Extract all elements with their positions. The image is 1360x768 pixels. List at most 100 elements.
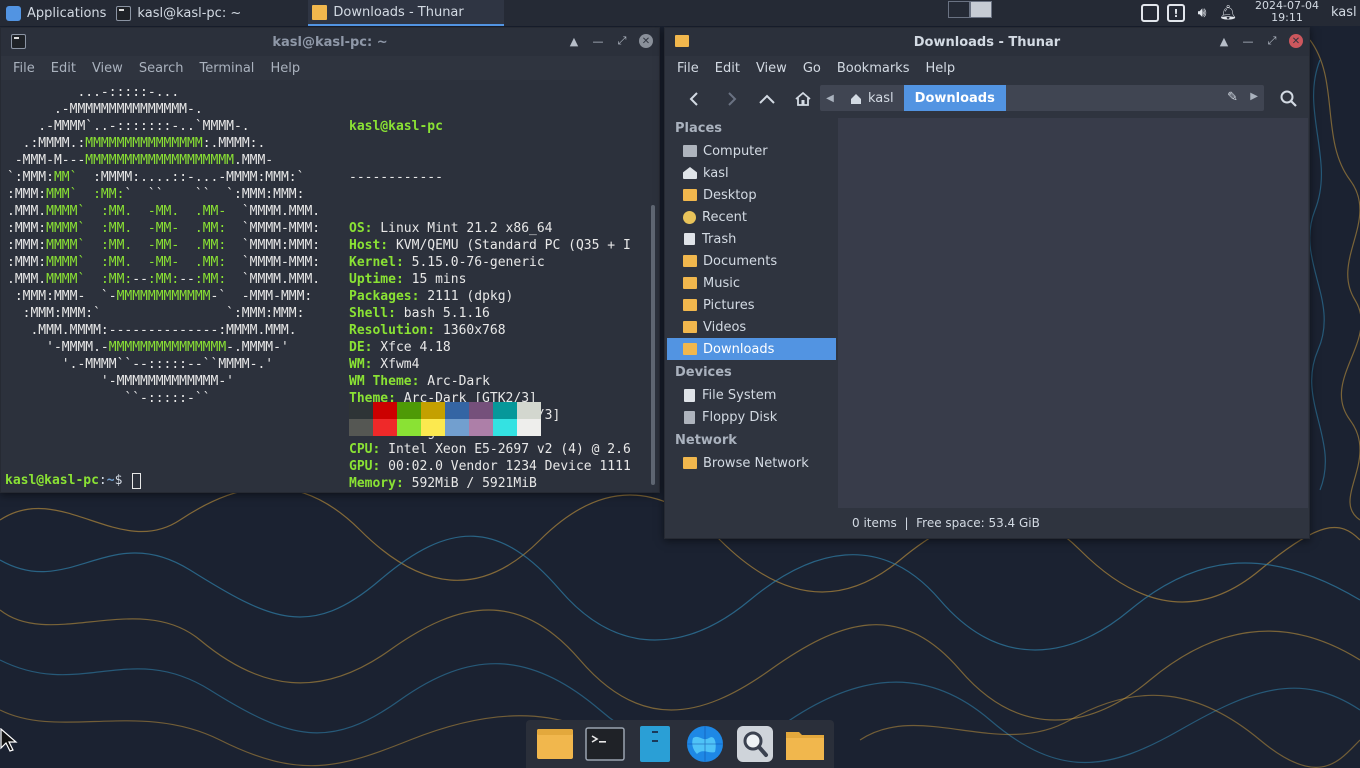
close-button[interactable]: ✕ [639, 34, 653, 48]
sidebar-item-documents[interactable]: Documents [665, 250, 837, 272]
info-value: 1360x768 [435, 323, 506, 338]
taskbar-item-terminal[interactable]: kasl@kasl-pc: ~ [112, 0, 308, 26]
ascii-line: `:MMM:MM` :MMMM:....::-...-MMMM:MMM:` [7, 170, 305, 185]
sidebar-item-desktop[interactable]: Desktop [665, 184, 837, 206]
ascii-line: '.-MMMM``--:::::--``MMMM-.' [7, 357, 274, 372]
menu-file[interactable]: File [669, 61, 707, 76]
downloads-folder-icon [683, 343, 697, 355]
sidebar-item-floppy-disk[interactable]: Floppy Disk [665, 406, 837, 428]
path-segment-home[interactable]: kasl [840, 85, 904, 111]
workspace-1[interactable] [948, 1, 970, 18]
recent-icon [683, 210, 696, 224]
thunar-menubar: File Edit View Go Bookmarks Help [665, 56, 1309, 80]
menu-edit[interactable]: Edit [43, 61, 84, 76]
home-icon [851, 93, 861, 104]
sidebar-item-recent[interactable]: Recent [665, 206, 837, 228]
menu-view[interactable]: View [748, 61, 795, 76]
taskbar-item-thunar[interactable]: Downloads - Thunar [308, 0, 505, 26]
update-manager-icon[interactable]: ! [1166, 3, 1186, 23]
clock[interactable]: 2024-07-04 19:11 [1254, 0, 1320, 24]
info-key: Kernel: [349, 255, 404, 270]
minimize-button[interactable]: — [1241, 34, 1255, 48]
minimize-button[interactable]: — [591, 34, 605, 48]
sidebar-item-label: Browse Network [703, 455, 809, 471]
maximize-button[interactable]: ⤢ [1265, 34, 1279, 48]
edit-location-icon[interactable]: ✎ [1227, 90, 1238, 105]
dock-item-show-desktop[interactable] [534, 723, 576, 765]
info-line: Resolution: 1360x768 [349, 322, 639, 339]
back-button[interactable] [677, 84, 713, 114]
home-button[interactable] [785, 84, 821, 114]
applications-label: Applications [27, 5, 107, 21]
menu-help[interactable]: Help [917, 61, 963, 76]
info-key: Host: [349, 238, 389, 253]
palette-swatch [493, 402, 517, 419]
volume-icon[interactable]: 🔊︎ [1192, 3, 1212, 23]
maximize-button[interactable]: ⤢ [615, 34, 629, 48]
info-key: CPU: [349, 442, 381, 457]
forward-button[interactable] [713, 84, 749, 114]
palette-swatch [421, 419, 445, 436]
dock-item-search[interactable] [734, 723, 776, 765]
info-value: 5.15.0-76-generic [403, 255, 545, 270]
info-value: 2111 (dpkg) [419, 289, 514, 304]
path-scroll-right-icon[interactable]: ▶ [1250, 91, 1258, 102]
sidebar-item-label: Pictures [703, 297, 755, 313]
neofetch-separator: ------------ [349, 170, 443, 185]
sidebar-item-videos[interactable]: Videos [665, 316, 837, 338]
dock-item-web-browser[interactable] [684, 723, 726, 765]
info-line: CPU: Intel Xeon E5-2697 v2 (4) @ 2.6 [349, 441, 639, 458]
sidebar-item-label: File System [702, 387, 777, 403]
menu-terminal[interactable]: Terminal [191, 61, 262, 76]
window-title: Downloads - Thunar [913, 34, 1061, 50]
pictures-folder-icon [683, 299, 697, 311]
sidebar-item-computer[interactable]: Computer [665, 140, 837, 162]
menu-go[interactable]: Go [795, 61, 829, 76]
dock [526, 720, 834, 768]
sidebar-item-pictures[interactable]: Pictures [665, 294, 837, 316]
menu-bookmarks[interactable]: Bookmarks [829, 61, 918, 76]
sidebar-item-home[interactable]: kasl [665, 162, 837, 184]
info-value: Xfwm4 [372, 357, 420, 372]
user-menu[interactable]: kasl [1331, 5, 1357, 20]
palette-swatch [397, 419, 421, 436]
menu-search[interactable]: Search [131, 61, 192, 76]
thunar-titlebar[interactable]: Downloads - Thunar ▲ — ⤢ ✕ [665, 28, 1309, 56]
menu-help[interactable]: Help [262, 61, 308, 76]
shell-prompt[interactable]: kasl@kasl-pc:~$ [5, 472, 142, 489]
sidebar-item-trash[interactable]: Trash [665, 228, 837, 250]
menu-view[interactable]: View [84, 61, 131, 76]
sidebar-item-file-system[interactable]: File System [665, 384, 837, 406]
close-button[interactable]: ✕ [1289, 34, 1303, 48]
dock-item-home-folder[interactable] [784, 723, 826, 765]
ascii-line: :MMM:MMMM` :MM. -MM- .MM: `MMMM-MMM: [7, 255, 321, 270]
clipboard-icon[interactable] [1140, 3, 1160, 23]
sidebar-item-browse-network[interactable]: Browse Network [665, 452, 837, 474]
workspace-2[interactable] [970, 1, 992, 18]
shade-button[interactable]: ▲ [1217, 34, 1231, 48]
dock-item-file-manager-app[interactable] [634, 723, 676, 765]
sidebar-item-music[interactable]: Music [665, 272, 837, 294]
home-icon [795, 91, 811, 106]
dock-item-terminal[interactable] [584, 723, 626, 765]
applications-menu-button[interactable]: Applications [0, 0, 112, 26]
file-view[interactable] [838, 118, 1308, 508]
terminal-scrollbar[interactable] [651, 205, 655, 485]
sidebar-item-downloads[interactable]: Downloads [667, 338, 836, 360]
taskbar-item-label: Downloads - Thunar [333, 4, 464, 20]
notifications-icon[interactable]: 🔔︎ [1218, 3, 1238, 23]
terminal-output[interactable]: ...-:::::-... .-MMMMMMMMMMMMMMM-. .-MMMM… [1, 80, 659, 492]
path-segment-downloads[interactable]: Downloads [903, 85, 1006, 111]
search-button[interactable] [1271, 84, 1307, 114]
up-button[interactable] [749, 84, 785, 114]
info-key: OS: [349, 221, 373, 236]
info-line: Memory: 592MiB / 5921MiB [349, 475, 639, 492]
terminal-titlebar[interactable]: kasl@kasl-pc: ~ ▲ — ⤢ ✕ [1, 28, 659, 56]
shade-button[interactable]: ▲ [567, 34, 581, 48]
menu-file[interactable]: File [5, 61, 43, 76]
ascii-line: ``-:::::-`` [7, 391, 211, 406]
info-line: WM Theme: Arc-Dark [349, 373, 639, 390]
mouse-pointer-icon [0, 728, 18, 752]
path-scroll-left-icon[interactable]: ◀ [820, 93, 840, 104]
menu-edit[interactable]: Edit [707, 61, 748, 76]
